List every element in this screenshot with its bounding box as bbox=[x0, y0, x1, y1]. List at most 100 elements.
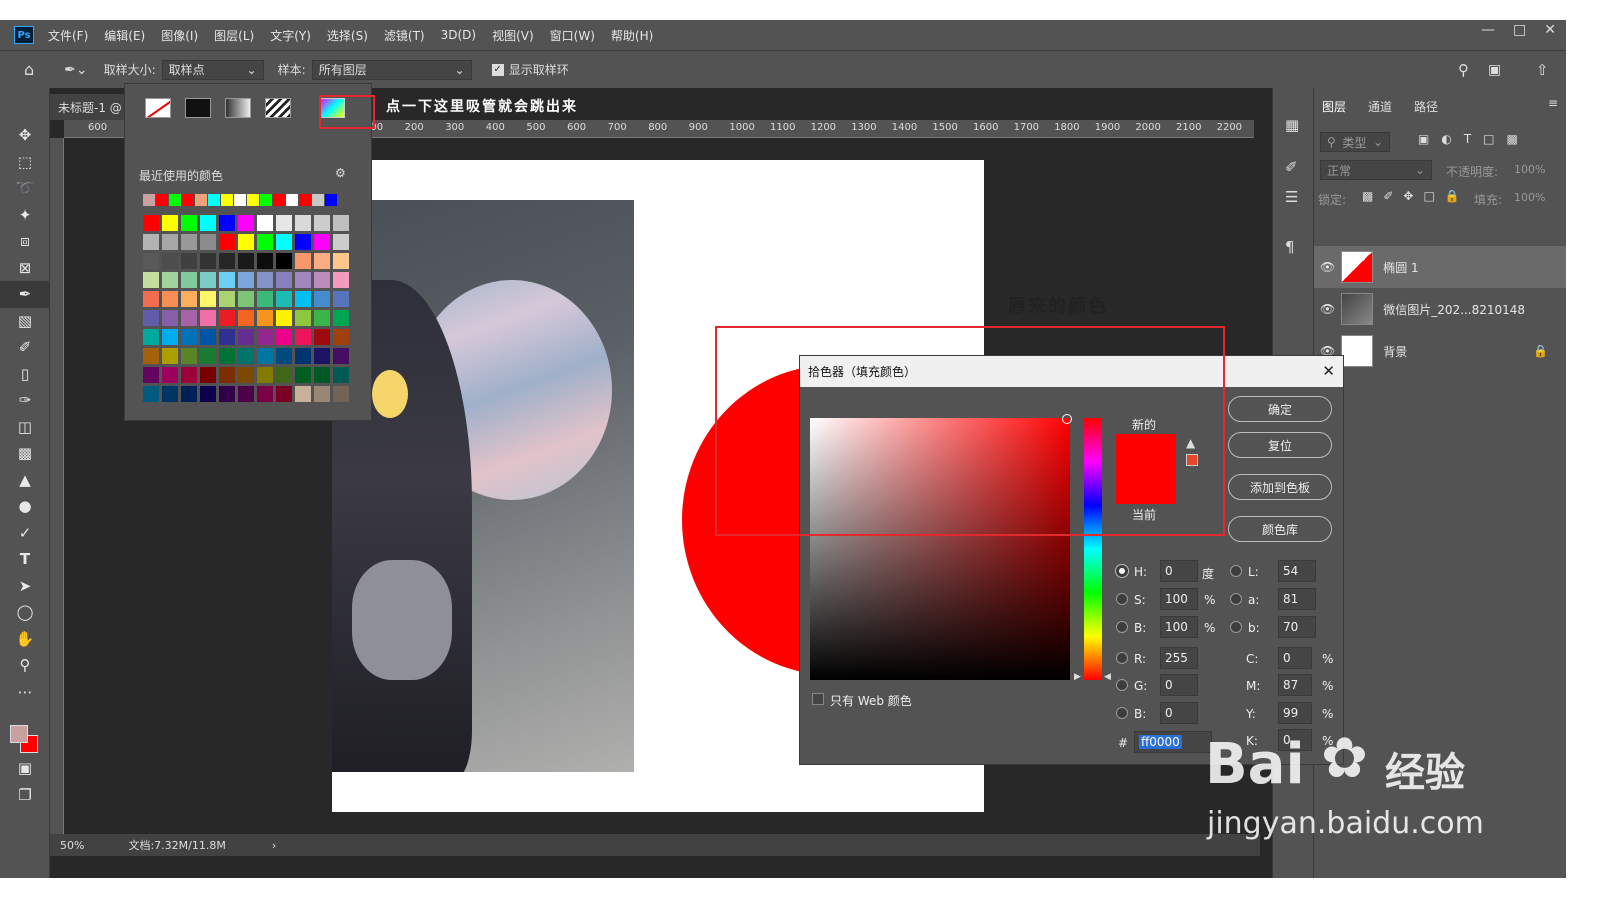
color-swatch[interactable] bbox=[295, 291, 311, 307]
web-only-checkbox[interactable] bbox=[812, 693, 824, 705]
healing-tool-icon[interactable]: ▧ bbox=[0, 308, 50, 335]
blue-field[interactable]: 0 bbox=[1160, 702, 1198, 724]
color-swatch[interactable] bbox=[314, 386, 330, 402]
color-swatch[interactable] bbox=[295, 367, 311, 383]
color-swatch[interactable] bbox=[162, 348, 178, 364]
color-swatch[interactable] bbox=[219, 291, 235, 307]
color-swatch[interactable] bbox=[314, 329, 330, 345]
color-swatch[interactable] bbox=[257, 367, 273, 383]
recent-color-swatch[interactable] bbox=[312, 194, 324, 206]
color-swatch[interactable] bbox=[276, 367, 292, 383]
ok-button[interactable]: 确定 bbox=[1228, 396, 1332, 422]
lasso-tool-icon[interactable]: ➰ bbox=[0, 175, 50, 202]
color-swatch[interactable] bbox=[219, 234, 235, 250]
document-tab[interactable]: 未标题-1 @ bbox=[50, 94, 130, 120]
color-swatch[interactable] bbox=[257, 253, 273, 269]
color-swatch[interactable] bbox=[200, 253, 216, 269]
layer-row[interactable]: 👁 背景 🔒 bbox=[1314, 330, 1566, 372]
recent-color-swatch[interactable] bbox=[247, 194, 259, 206]
ellipse-tool-icon[interactable]: ◯ bbox=[0, 599, 50, 626]
color-swatch[interactable] bbox=[257, 291, 273, 307]
color-swatch[interactable] bbox=[333, 215, 349, 231]
color-swatch[interactable] bbox=[257, 272, 273, 288]
recent-color-swatch[interactable] bbox=[208, 194, 220, 206]
color-swatch[interactable] bbox=[219, 272, 235, 288]
image-filter-icon[interactable]: ▣ bbox=[1418, 132, 1429, 146]
move-tool-icon[interactable]: ✥ bbox=[0, 122, 50, 149]
color-swatch[interactable] bbox=[276, 253, 292, 269]
color-swatch[interactable] bbox=[314, 253, 330, 269]
color-swatch[interactable] bbox=[333, 253, 349, 269]
color-swatch[interactable] bbox=[257, 215, 273, 231]
color-swatch[interactable] bbox=[238, 310, 254, 326]
type-filter-icon[interactable]: T bbox=[1464, 132, 1471, 146]
tab-layers[interactable]: 图层 bbox=[1322, 98, 1346, 115]
recent-color-swatch[interactable] bbox=[273, 194, 285, 206]
recent-color-swatch[interactable] bbox=[221, 194, 233, 206]
document-info[interactable]: 文档:7.32M/11.8M bbox=[128, 837, 225, 853]
menu-3d[interactable]: 3D(D) bbox=[441, 28, 476, 42]
color-swatch[interactable] bbox=[295, 329, 311, 345]
color-swatch[interactable] bbox=[276, 272, 292, 288]
color-swatch[interactable] bbox=[295, 253, 311, 269]
layer-row[interactable]: 👁 椭圆 1 bbox=[1314, 246, 1566, 288]
color-swatch[interactable] bbox=[162, 234, 178, 250]
color-swatch[interactable] bbox=[276, 234, 292, 250]
green-field[interactable]: 0 bbox=[1160, 674, 1198, 696]
color-swatch[interactable] bbox=[333, 234, 349, 250]
color-swatch[interactable] bbox=[143, 367, 159, 383]
blue-radio[interactable] bbox=[1116, 707, 1128, 719]
blur-tool-icon[interactable]: ▲ bbox=[0, 467, 50, 494]
pattern-fill-button[interactable] bbox=[265, 98, 291, 118]
color-swatch[interactable] bbox=[143, 310, 159, 326]
recent-color-swatch[interactable] bbox=[260, 194, 272, 206]
color-swatch[interactable] bbox=[200, 310, 216, 326]
color-swatch[interactable] bbox=[314, 291, 330, 307]
recent-color-swatch[interactable] bbox=[195, 194, 207, 206]
menu-file[interactable]: 文件(F) bbox=[48, 27, 88, 44]
show-ring-checkbox[interactable]: ✓ bbox=[491, 63, 504, 76]
color-swatch[interactable] bbox=[238, 215, 254, 231]
share-icon[interactable]: ⇧ bbox=[1536, 61, 1549, 79]
history-brush-icon[interactable]: ✑ bbox=[0, 387, 50, 414]
brightness-field[interactable]: 100 bbox=[1160, 616, 1198, 638]
eyedropper-tool-icon[interactable]: ✒ bbox=[0, 281, 50, 308]
color-swatch[interactable] bbox=[181, 234, 197, 250]
color-swatch[interactable] bbox=[295, 272, 311, 288]
brightness-radio[interactable] bbox=[1116, 621, 1128, 633]
color-swatch[interactable] bbox=[314, 367, 330, 383]
eyedropper-preset-icon[interactable]: ✒⌄ bbox=[64, 62, 87, 78]
color-swatch[interactable] bbox=[333, 272, 349, 288]
path-select-icon[interactable]: ➤ bbox=[0, 573, 50, 600]
color-swatch[interactable] bbox=[200, 329, 216, 345]
recent-color-swatch[interactable] bbox=[143, 194, 155, 206]
recent-color-swatch[interactable] bbox=[182, 194, 194, 206]
recent-color-swatch[interactable] bbox=[325, 194, 337, 206]
color-swatch[interactable] bbox=[200, 291, 216, 307]
green-radio[interactable] bbox=[1116, 679, 1128, 691]
hue-field[interactable]: 0 bbox=[1160, 560, 1198, 582]
color-swatch[interactable] bbox=[200, 386, 216, 402]
crop-tool-icon[interactable]: ⧈ bbox=[0, 228, 50, 255]
opacity-value[interactable]: 100% bbox=[1514, 163, 1545, 176]
lab-l-radio[interactable] bbox=[1230, 565, 1242, 577]
magic-wand-icon[interactable]: ✦ bbox=[0, 202, 50, 229]
pen-tool-icon[interactable]: ✓ bbox=[0, 520, 50, 547]
brush-tool-icon[interactable]: ✐ bbox=[0, 334, 50, 361]
color-swatch[interactable] bbox=[162, 310, 178, 326]
saturation-field[interactable]: 100 bbox=[1160, 588, 1198, 610]
magenta-field[interactable]: 87 bbox=[1278, 674, 1312, 696]
color-swatch[interactable] bbox=[238, 348, 254, 364]
lock-pixels-icon[interactable]: ▩ bbox=[1362, 189, 1373, 203]
gradient-tool-icon[interactable]: ▩ bbox=[0, 440, 50, 467]
saturation-radio[interactable] bbox=[1116, 593, 1128, 605]
menu-window[interactable]: 窗口(W) bbox=[550, 27, 595, 44]
hue-radio[interactable] bbox=[1116, 565, 1128, 577]
color-swatch[interactable] bbox=[181, 348, 197, 364]
color-swatch[interactable] bbox=[143, 234, 159, 250]
lab-b-radio[interactable] bbox=[1230, 621, 1242, 633]
recent-color-swatch[interactable] bbox=[299, 194, 311, 206]
color-swatch[interactable] bbox=[257, 348, 273, 364]
color-swatch[interactable] bbox=[295, 386, 311, 402]
reset-button[interactable]: 复位 bbox=[1228, 432, 1332, 458]
